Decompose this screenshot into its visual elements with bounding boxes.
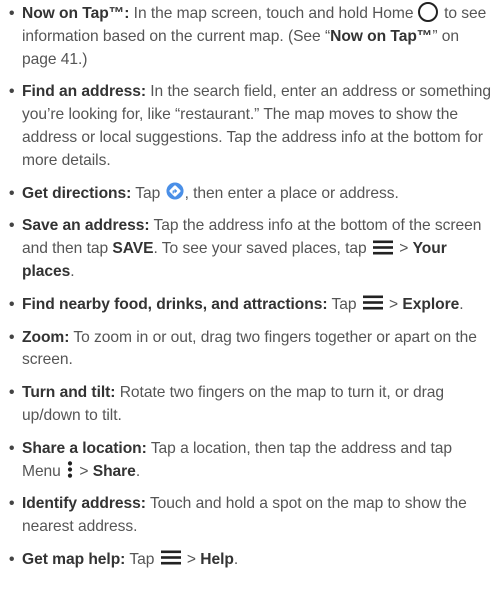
item-text: To zoom in or out, drag two fingers toge… — [22, 328, 477, 369]
bullet: • — [9, 550, 15, 568]
bullet: • — [9, 217, 15, 235]
item-term: Share a location: — [22, 439, 147, 457]
item-text: Tap — [131, 184, 165, 202]
save-label: SAVE — [112, 240, 154, 258]
item-term: Now on Tap™: — [22, 5, 130, 22]
item-term: Turn and tilt: — [22, 384, 116, 402]
item-text: Tap — [327, 295, 361, 313]
item-text: . — [233, 550, 239, 568]
bullet: • — [9, 295, 15, 313]
share-label: Share — [92, 462, 136, 480]
item-text: Tap — [125, 550, 159, 568]
bullet: • — [9, 439, 15, 457]
list-item-turn-tilt: • Turn and tilt: Rotate two fingers on t… — [8, 382, 492, 428]
item-text: > — [384, 295, 403, 313]
bullet: • — [9, 5, 15, 22]
list-item-share-location: • Share a location: Tap a location, then… — [8, 438, 492, 484]
overflow-menu-icon — [67, 461, 73, 478]
item-term: Save an address: — [22, 217, 150, 235]
item-text: > — [75, 462, 93, 480]
help-label: Help — [200, 550, 234, 568]
item-term: Zoom: — [22, 328, 70, 346]
menu-icon — [362, 295, 383, 310]
list-item-find-nearby: • Find nearby food, drinks, and attracti… — [8, 294, 492, 317]
item-text: > — [182, 550, 201, 568]
list-item-identify-address: • Identify address: Touch and hold a spo… — [8, 493, 492, 539]
item-term: Get directions: — [22, 184, 132, 202]
menu-icon — [372, 240, 393, 255]
bullet: • — [9, 384, 15, 402]
bullet: • — [9, 184, 15, 202]
bullet: • — [9, 328, 15, 346]
list-item-now-on-tap: • Now on Tap™: In the map screen, touch … — [8, 1, 492, 71]
list-item-save-address: • Save an address: Tap the address info … — [8, 215, 492, 283]
item-text: , then enter a place or address. — [184, 184, 399, 202]
page-reference-link[interactable]: Now on Tap™ — [330, 28, 432, 45]
item-text: > — [394, 240, 413, 258]
directions-icon — [166, 182, 184, 201]
home-circle-icon — [417, 1, 438, 22]
item-term: Find an address: — [22, 83, 146, 101]
list-item-find-address: • Find an address: In the search field, … — [8, 81, 492, 172]
list-item-map-help: • Get map help: Tap > Help. — [8, 549, 492, 572]
item-term: Identify address: — [22, 495, 146, 513]
explore-label: Explore — [402, 295, 460, 313]
help-page: • Now on Tap™: In the map screen, touch … — [0, 0, 500, 599]
item-text: . — [135, 462, 141, 480]
bullet: • — [9, 495, 15, 513]
list-item-zoom: • Zoom: To zoom in or out, drag two fing… — [8, 327, 492, 373]
item-term: Find nearby food, drinks, and attraction… — [22, 295, 328, 313]
item-text: . — [459, 295, 464, 313]
item-text: . To see your saved places, tap — [153, 240, 371, 258]
item-term: Get map help: — [22, 550, 126, 568]
list-item-get-directions: • Get directions: Tap , then enter a pla… — [8, 182, 492, 206]
bullet: • — [9, 83, 15, 101]
item-text: . — [70, 262, 75, 280]
menu-icon — [160, 550, 181, 565]
item-text: In the map screen, touch and hold Home — [129, 5, 418, 22]
